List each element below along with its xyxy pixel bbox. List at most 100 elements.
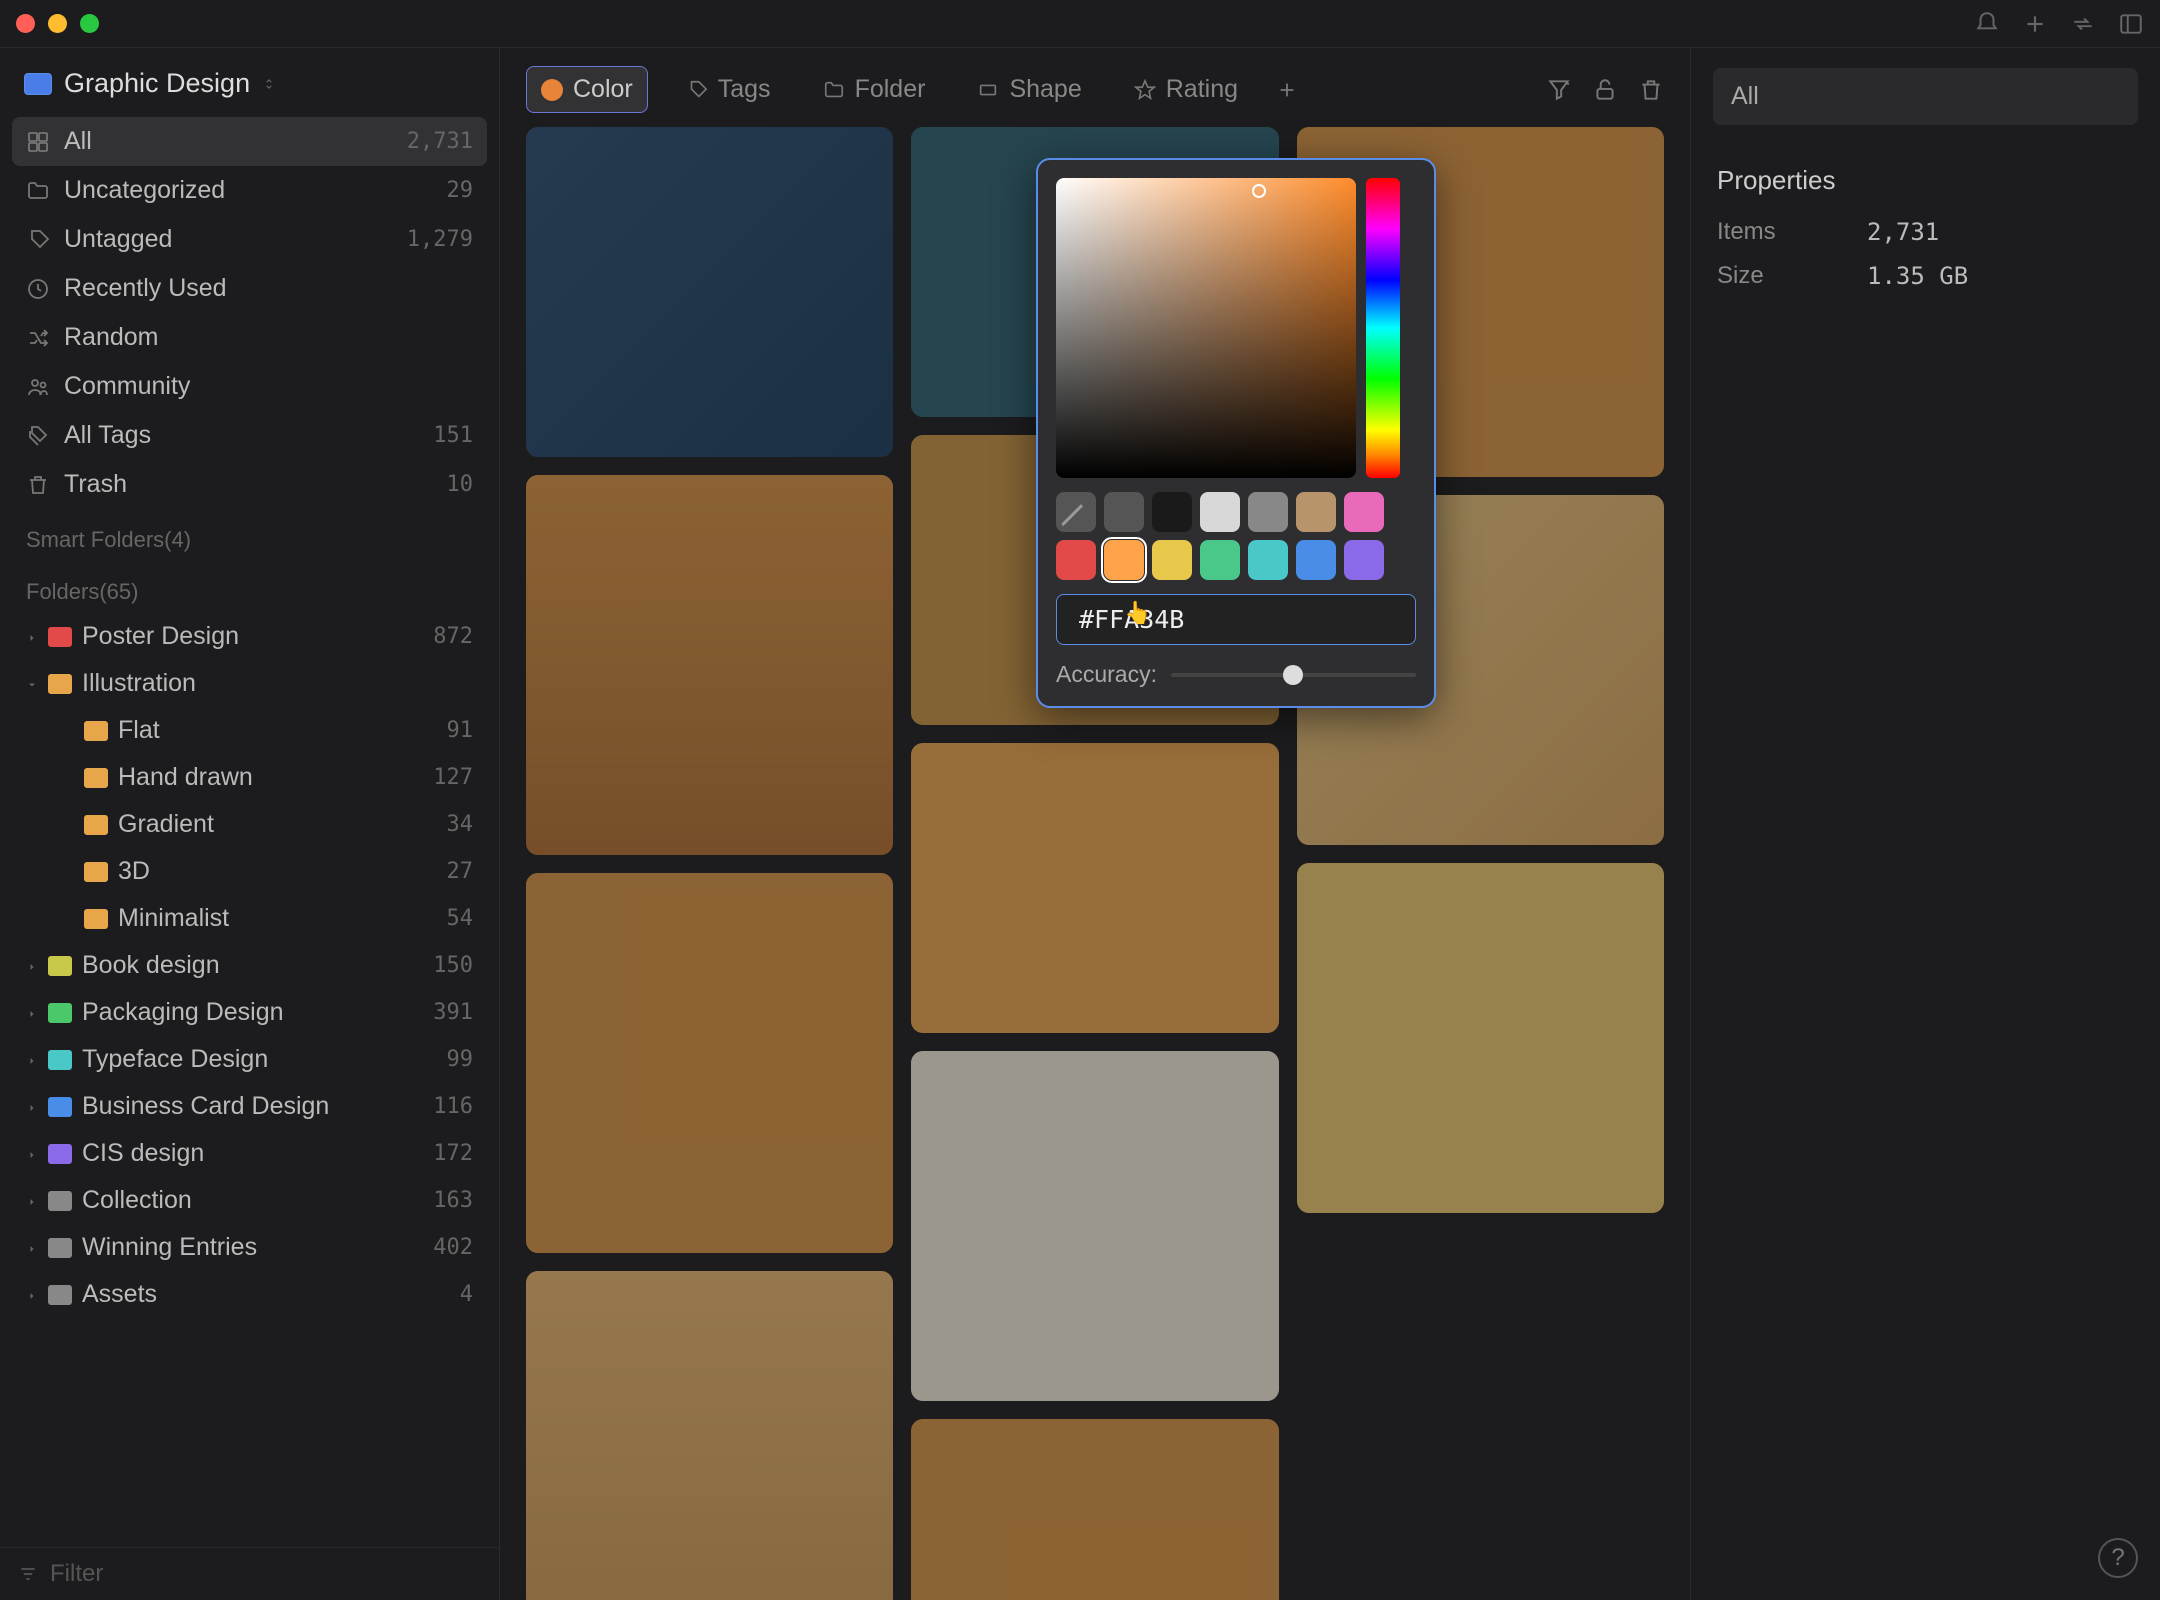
color-swatch[interactable] (1248, 540, 1288, 580)
folder-color-icon (48, 1144, 72, 1164)
folder-book-design[interactable]: Book design150 (12, 942, 487, 989)
folder-hand-drawn[interactable]: Hand drawn127 (12, 754, 487, 801)
color-swatch[interactable] (1104, 492, 1144, 532)
save-filter-icon[interactable] (1546, 77, 1572, 103)
folder-illustration[interactable]: Illustration (12, 660, 487, 707)
chevron-right-icon[interactable] (26, 1054, 38, 1066)
sidebar-item-untagged[interactable]: Untagged1,279 (12, 215, 487, 264)
chevron-right-icon[interactable] (26, 631, 38, 643)
sidebar-item-label: Trash (64, 470, 433, 499)
sidebar-item-label: Random (64, 323, 459, 352)
sidebar-item-random[interactable]: Random (12, 313, 487, 362)
folder-gradient[interactable]: Gradient34 (12, 801, 487, 848)
image-thumbnail[interactable] (911, 743, 1278, 1033)
sidebar-item-recently-used[interactable]: Recently Used (12, 264, 487, 313)
chevron-right-icon[interactable] (26, 960, 38, 972)
filter-tab-rating[interactable]: Rating (1120, 67, 1252, 112)
sync-icon[interactable] (2070, 11, 2096, 37)
chevron-right-icon[interactable] (26, 1148, 38, 1160)
folder-poster-design[interactable]: Poster Design872 (12, 613, 487, 660)
folder-minimalist[interactable]: Minimalist54 (12, 895, 487, 942)
filter-tab-tags[interactable]: Tags (672, 67, 785, 112)
folder-label: Assets (82, 1280, 450, 1309)
chevron-right-icon[interactable] (26, 1242, 38, 1254)
folders-section[interactable]: Folders(65) (12, 561, 487, 613)
color-swatch[interactable] (1152, 492, 1192, 532)
folder-assets[interactable]: Assets4 (12, 1271, 487, 1318)
sidebar-item-trash[interactable]: Trash10 (12, 460, 487, 509)
color-swatch[interactable] (1200, 540, 1240, 580)
image-thumbnail[interactable] (911, 1419, 1278, 1600)
folder-label: CIS design (82, 1139, 423, 1168)
folder-color-icon (48, 1238, 72, 1258)
library-selector[interactable]: Graphic Design (0, 48, 499, 113)
saturation-cursor[interactable] (1252, 184, 1266, 198)
close-window-button[interactable] (16, 14, 35, 33)
folder-label: Hand drawn (118, 763, 423, 792)
folder-label: Collection (82, 1186, 423, 1215)
image-thumbnail[interactable] (526, 1271, 893, 1600)
folder-packaging-design[interactable]: Packaging Design391 (12, 989, 487, 1036)
color-swatch[interactable] (1056, 540, 1096, 580)
image-thumbnail[interactable] (1297, 863, 1664, 1213)
minimize-window-button[interactable] (48, 14, 67, 33)
sidebar-filter-input[interactable] (50, 1560, 481, 1588)
chevron-right-icon[interactable] (26, 1101, 38, 1113)
color-swatch[interactable] (1296, 540, 1336, 580)
add-filter-button[interactable] (1276, 79, 1298, 101)
chevron-right-icon[interactable] (26, 1289, 38, 1301)
image-thumbnail[interactable] (911, 1051, 1278, 1401)
folder-count: 91 (447, 718, 474, 743)
folder-label: Packaging Design (82, 998, 423, 1027)
star-icon (1134, 79, 1156, 101)
sidebar-item-all[interactable]: All2,731 (12, 117, 487, 166)
folder-3d[interactable]: 3D27 (12, 848, 487, 895)
hex-input-row (1056, 594, 1416, 645)
folder-icon (823, 79, 845, 101)
help-button[interactable]: ? (2098, 1538, 2138, 1578)
image-thumbnail[interactable] (526, 475, 893, 855)
notifications-icon[interactable] (1974, 11, 2000, 37)
color-swatch[interactable] (1248, 492, 1288, 532)
chevron-right-icon[interactable] (26, 1195, 38, 1207)
folder-collection[interactable]: Collection163 (12, 1177, 487, 1224)
chevron-down-icon[interactable] (26, 678, 38, 690)
image-thumbnail[interactable] (526, 873, 893, 1253)
smart-folders-section[interactable]: Smart Folders(4) (12, 509, 487, 561)
color-swatch[interactable] (1296, 492, 1336, 532)
sidebar-item-uncategorized[interactable]: Uncategorized29 (12, 166, 487, 215)
folder-label: Winning Entries (82, 1233, 423, 1262)
folder-winning-entries[interactable]: Winning Entries402 (12, 1224, 487, 1271)
accuracy-thumb[interactable] (1283, 665, 1303, 685)
folder-business-card-design[interactable]: Business Card Design116 (12, 1083, 487, 1130)
color-swatch[interactable] (1200, 492, 1240, 532)
filter-tab-label: Folder (855, 75, 926, 104)
sidebar-item-community[interactable]: Community (12, 362, 487, 411)
image-thumbnail[interactable] (526, 127, 893, 457)
saturation-picker[interactable] (1056, 178, 1356, 478)
color-swatch[interactable] (1344, 540, 1384, 580)
sidebar-toggle-icon[interactable] (2118, 11, 2144, 37)
maximize-window-button[interactable] (80, 14, 99, 33)
folder-cis-design[interactable]: CIS design172 (12, 1130, 487, 1177)
color-swatch[interactable] (1344, 492, 1384, 532)
color-swatch[interactable] (1056, 492, 1096, 532)
folder-typeface-design[interactable]: Typeface Design99 (12, 1036, 487, 1083)
hue-slider[interactable] (1366, 178, 1400, 478)
properties-filter-dropdown[interactable]: All (1713, 68, 2138, 125)
filter-tab-shape[interactable]: Shape (963, 67, 1095, 112)
hex-input[interactable] (1079, 605, 1397, 634)
chevron-right-icon[interactable] (26, 1007, 38, 1019)
sidebar: Graphic Design All2,731Uncategorized29Un… (0, 0, 500, 1600)
add-icon[interactable] (2022, 11, 2048, 37)
trash-icon[interactable] (1638, 77, 1664, 103)
filter-tab-folder[interactable]: Folder (809, 67, 940, 112)
accuracy-slider[interactable] (1171, 673, 1416, 677)
sidebar-item-all-tags[interactable]: All Tags151 (12, 411, 487, 460)
folder-flat[interactable]: Flat91 (12, 707, 487, 754)
color-swatch[interactable] (1152, 540, 1192, 580)
lock-icon[interactable] (1592, 77, 1618, 103)
color-swatch[interactable] (1104, 540, 1144, 580)
sidebar-filter[interactable] (0, 1547, 499, 1600)
filter-tab-color[interactable]: Color (526, 66, 648, 113)
